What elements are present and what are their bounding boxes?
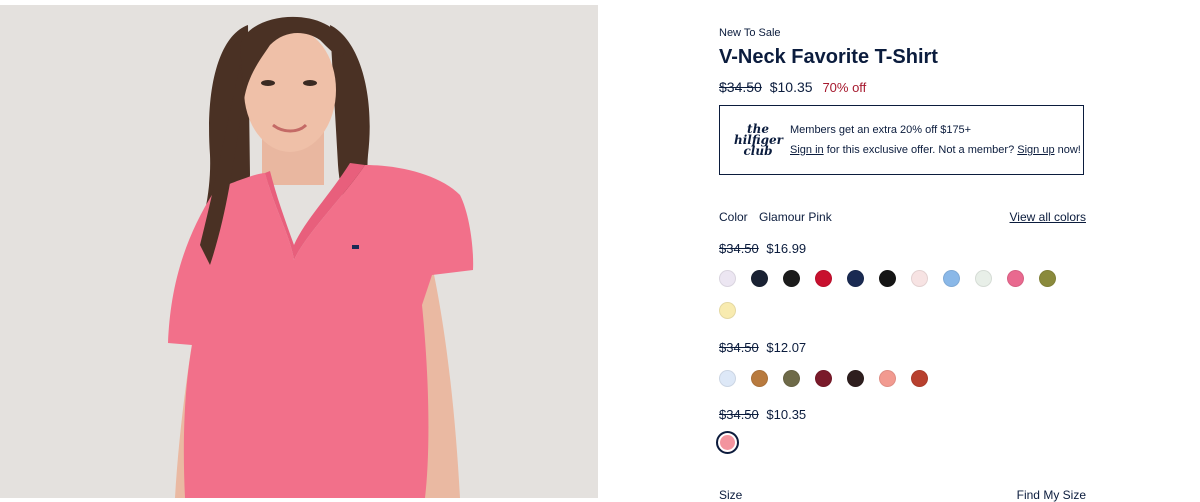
color-swatch[interactable] [783,270,800,287]
member-promo-box: the hilfiger club Members get an extra 2… [719,105,1084,175]
color-swatch[interactable] [847,370,864,387]
size-label: Size [719,488,743,502]
sign-up-link[interactable]: Sign up [1017,144,1054,156]
sale-price: $10.35 [769,79,813,95]
discount-badge: 70% off [822,80,867,95]
promo-signin-text: Sign in for this exclusive offer. Not a … [790,144,1081,156]
sign-in-link[interactable]: Sign in [790,144,824,156]
color-swatch[interactable] [719,302,736,319]
group-sale-price: $16.99 [766,241,807,256]
color-swatch[interactable] [1039,270,1056,287]
color-swatch[interactable] [1007,270,1024,287]
color-swatch[interactable] [815,270,832,287]
color-label: Color [719,210,748,224]
price-group: $34.50 $16.99 [719,241,806,256]
breadcrumb[interactable]: New To Sale [719,27,781,39]
price-row: $34.50 $10.35 70% off [719,79,866,95]
product-image[interactable] [0,5,598,498]
group-original-price: $34.50 [719,340,759,355]
group-original-price: $34.50 [719,407,759,422]
group-sale-price: $10.35 [766,407,807,422]
color-swatch[interactable] [751,370,768,387]
group-original-price: $34.50 [719,241,759,256]
color-swatch[interactable] [847,270,864,287]
product-info: New To Sale V-Neck Favorite T-Shirt $34.… [716,0,1086,502]
price-group: $34.50 $10.35 [719,407,806,422]
selected-color-name: Glamour Pink [759,210,832,224]
color-swatch[interactable] [975,270,992,287]
color-row: Color Glamour Pink View all colors [719,210,1086,224]
color-swatch[interactable] [943,270,960,287]
price-group: $34.50 $12.07 [719,340,806,355]
color-swatch[interactable] [879,370,896,387]
color-swatch[interactable] [719,270,736,287]
hilfiger-club-logo: the hilfiger club [734,122,783,158]
group-sale-price: $12.07 [766,340,807,355]
find-my-size-link[interactable]: Find My Size [1017,488,1086,502]
original-price: $34.50 [719,79,762,95]
color-swatch[interactable] [719,370,736,387]
color-swatch[interactable] [815,370,832,387]
color-swatch[interactable] [783,370,800,387]
view-all-colors-link[interactable]: View all colors [1010,210,1086,224]
color-swatch[interactable] [879,270,896,287]
color-swatch[interactable] [911,370,928,387]
promo-text: Members get an extra 20% off $175+ [790,124,972,136]
color-swatch[interactable] [911,270,928,287]
model-photo [0,5,598,498]
color-swatch[interactable] [751,270,768,287]
color-swatch[interactable] [716,431,739,454]
product-title: V-Neck Favorite T-Shirt [719,46,938,68]
